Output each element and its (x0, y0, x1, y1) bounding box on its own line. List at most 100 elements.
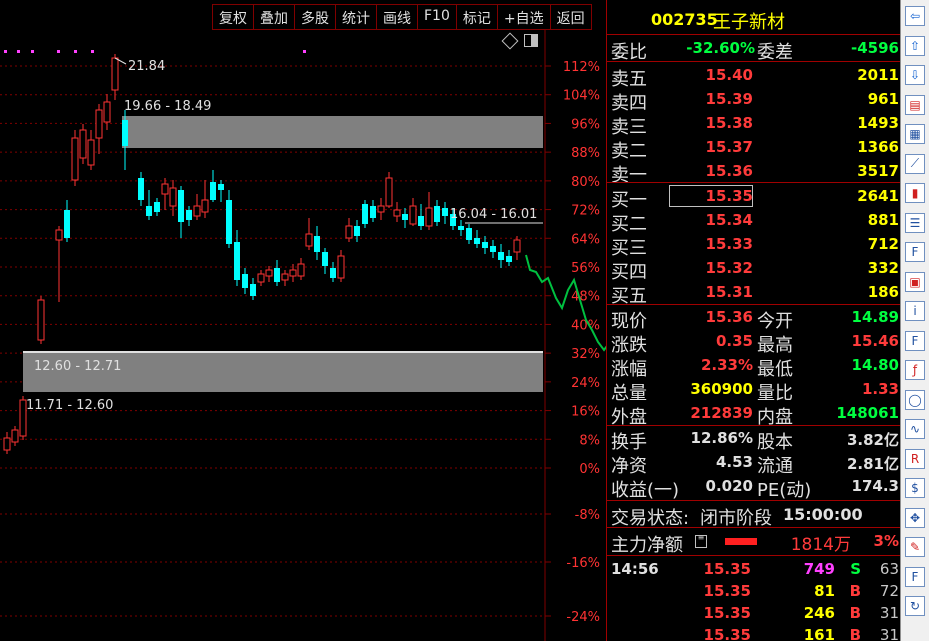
divider (607, 527, 901, 528)
bid-row[interactable]: 买二 15.34 881 (607, 209, 901, 235)
move-icon[interactable]: ✥ (905, 507, 925, 528)
line-chart-icon[interactable]: ⟋ (905, 153, 925, 174)
marker-dot (74, 50, 77, 53)
ask-row[interactable]: 卖一 15.36 3517 (607, 160, 901, 186)
tick-row[interactable]: 14:56 15.35 749 S 63 (607, 558, 901, 580)
bid-volume: 332 (867, 259, 899, 277)
marker-dot (57, 50, 60, 53)
pct-tick-label: 32% (571, 347, 600, 362)
bid-row[interactable]: 买四 15.32 332 (607, 257, 901, 283)
candle-body (178, 190, 184, 222)
candle-body (242, 274, 248, 288)
pct-tick-label: -24% (566, 610, 600, 625)
ask-row[interactable]: 卖三 15.38 1493 (607, 112, 901, 138)
bid-volume: 186 (867, 283, 899, 301)
list-icon[interactable]: ☰ (905, 212, 925, 233)
candle-body (305, 233, 313, 247)
bid-volume: 712 (867, 235, 899, 253)
tick-count: 63 (879, 560, 899, 578)
dollar-icon[interactable]: $ (905, 478, 925, 498)
main-flow-menu-icon[interactable]: ≡ (695, 534, 707, 548)
add-watchlist-button[interactable]: +自选 (498, 5, 551, 29)
circle-icon[interactable]: ◯ (905, 389, 925, 410)
marker-dot (31, 50, 34, 53)
bid-row[interactable]: 买一 15.35 2641 (607, 185, 901, 211)
back-button[interactable]: 返回 (551, 5, 591, 29)
pen-icon[interactable]: ✎ (905, 537, 925, 557)
info-icon[interactable]: i (905, 301, 925, 321)
f10-button[interactable]: F10 (418, 5, 457, 29)
overlay-button[interactable]: 叠加 (254, 5, 295, 29)
stat-value: 212839 (690, 404, 753, 422)
grid-icon[interactable]: ▦ (905, 124, 925, 144)
pct-tick-label: 56% (571, 261, 600, 276)
candle-icon[interactable]: ▮ (905, 183, 925, 203)
statistics-button[interactable]: 统计 (336, 5, 377, 29)
candle-body (169, 187, 177, 207)
divider (607, 61, 901, 62)
candle-body (442, 208, 448, 216)
refresh-icon[interactable]: ↻ (905, 596, 925, 616)
mark-button[interactable]: 标记 (457, 5, 498, 29)
draw-line-button[interactable]: 画线 (377, 5, 418, 29)
tick-row[interactable]: 15.35 81 B 72 (607, 580, 901, 602)
pct-tick-label: 104% (563, 89, 600, 104)
candle-body (64, 210, 70, 238)
formula-icon[interactable]: ƒ (905, 360, 925, 380)
tick-row[interactable]: 15.35 161 B 31 (607, 624, 901, 641)
ask-row[interactable]: 卖四 15.39 961 (607, 88, 901, 114)
f10-icon[interactable]: F (905, 242, 925, 262)
candle-body (103, 101, 111, 123)
tick-count: 31 (879, 604, 899, 622)
candle-body (474, 238, 480, 244)
fuquan-button[interactable]: 复权 (213, 5, 254, 29)
ask-row[interactable]: 卖二 15.37 1366 (607, 136, 901, 162)
ask-row[interactable]: 卖五 15.40 2011 (607, 64, 901, 90)
candle-body (466, 228, 472, 240)
chart-icon[interactable]: ▤ (905, 94, 925, 115)
stat-row: 涨跌 0.35 最高 15.46 (607, 330, 901, 356)
tick-side: B (849, 604, 861, 622)
stat-value: 3.82亿 (846, 431, 899, 449)
arrow-up-icon[interactable]: ⇧ (905, 35, 925, 56)
stat-value: 360900 (690, 380, 753, 398)
multi-stock-button[interactable]: 多股 (295, 5, 336, 29)
candle-body (322, 252, 328, 266)
tick-price: 15.35 (703, 604, 751, 622)
stat-value: 174.3 (851, 477, 899, 495)
f5-icon[interactable]: F (905, 566, 925, 587)
tick-row[interactable]: 15.35 246 B 31 (607, 602, 901, 624)
candle-body (490, 246, 496, 252)
bid-row[interactable]: 买三 15.33 712 (607, 233, 901, 259)
news-icon[interactable]: ▣ (905, 271, 925, 292)
trade-status-row: 交易状态: 闭市阶段 15:00:00 (607, 503, 901, 529)
candle-body (506, 256, 512, 262)
wave-icon[interactable]: ∿ (905, 419, 925, 439)
candle-body (434, 206, 440, 222)
candle-body (218, 184, 224, 190)
candle-body (257, 273, 265, 283)
candle-body (146, 206, 152, 216)
mid-zone-label: 16.04 - 16.01 (450, 207, 537, 222)
tick-volume: 81 (814, 582, 835, 600)
bid-row[interactable]: 买五 15.31 186 (607, 281, 901, 307)
bid-price: 15.31 (705, 283, 753, 301)
tick-side: B (849, 582, 861, 600)
rsi-icon[interactable]: R (905, 448, 925, 469)
arrow-down-icon[interactable]: ⇩ (905, 65, 925, 85)
kline-chart-svg[interactable]: 112%104%96%88%80%72%64%56%48%40%32%24%16… (0, 30, 606, 641)
f12-icon[interactable]: F (905, 330, 925, 351)
chart-toolbar: 复权 叠加 多股 统计 画线 F10 标记 +自选 返回 (212, 4, 592, 30)
quote-panel: 002735 王子新材 委比 -32.60% 委差 -4596 卖五 15.40… (606, 0, 901, 641)
candle-body (79, 129, 87, 159)
tick-price: 15.35 (703, 626, 751, 641)
candle-body (161, 183, 169, 195)
ask-volume: 1366 (857, 138, 899, 156)
maximize-icon[interactable] (524, 34, 538, 47)
tick-side: B (849, 626, 861, 641)
stock-name: 王子新材 (713, 12, 785, 33)
kline-chart[interactable]: 112% 104% 96% 88% 80% 72% 64% 56% 48% 40% 32% 24% 16… (0, 30, 606, 641)
upper-zone-label: 19.66 - 18.49 (124, 99, 211, 114)
arrow-left-icon[interactable]: ⇦ (905, 6, 925, 26)
tick-volume: 161 (803, 626, 835, 641)
